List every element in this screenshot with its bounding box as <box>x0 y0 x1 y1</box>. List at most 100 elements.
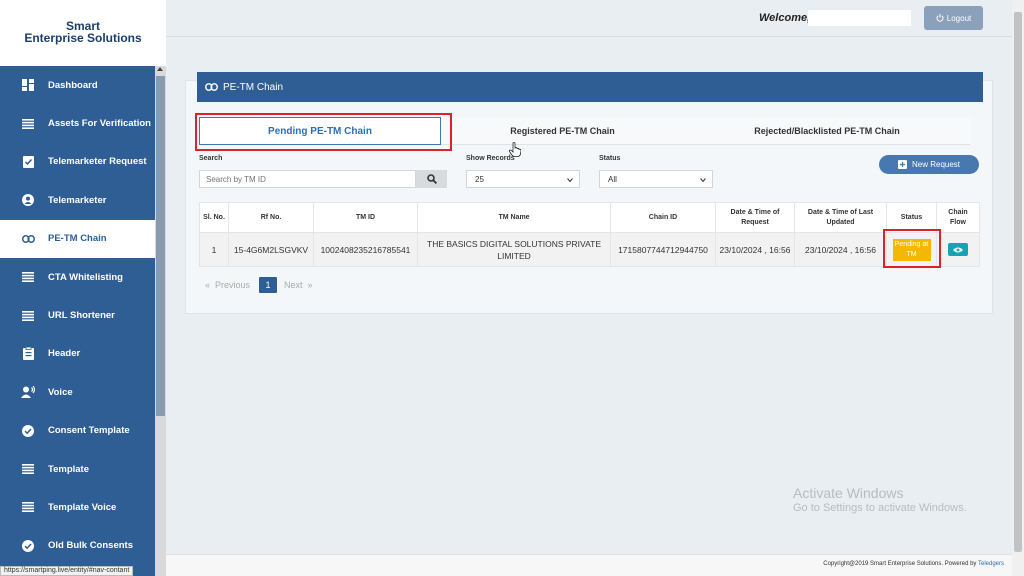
sidebar-item-label: URL Shortener <box>48 310 115 322</box>
sidebar-item-assets-for-verification[interactable]: Assets For Verification <box>0 104 155 142</box>
column-header-tm-id: TM ID <box>313 202 418 233</box>
page-scrollbar-thumb[interactable] <box>1014 12 1022 552</box>
status-value: All <box>608 174 617 184</box>
search-label: Search <box>199 155 223 162</box>
list-icon <box>21 117 35 131</box>
scroll-up-arrow-icon[interactable] <box>157 67 163 71</box>
status-url: https://smartping.live/entity/#nav-conta… <box>0 566 134 576</box>
sidebar-item-telemarketer-request[interactable]: Telemarketer Request <box>0 143 155 181</box>
column-header-tm-name: TM Name <box>417 202 611 233</box>
sidebar-item-cta-whitelisting[interactable]: CTA Whitelisting <box>0 258 155 296</box>
table-header-row: Sl. No. Rf No. TM ID TM Name Chain ID Da… <box>199 202 980 233</box>
status-select[interactable]: All <box>599 170 713 188</box>
sidebar-nav: Dashboard Assets For Verification Telema… <box>0 66 155 565</box>
hand-cursor-icon <box>508 142 522 162</box>
status-label: Status <box>599 155 621 162</box>
column-header-chain-id: Chain ID <box>610 202 716 233</box>
sidebar-item-dashboard[interactable]: Dashboard <box>0 66 155 104</box>
sidebar-item-header[interactable]: Header <box>0 335 155 373</box>
previous-arrow-icon: « <box>205 280 216 290</box>
card-header: PE-TM Chain <box>197 72 983 102</box>
pagination-previous-label: Previous <box>215 280 251 290</box>
sidebar-item-consent-template[interactable]: Consent Template <box>0 412 155 450</box>
cell-tm-name: THE BASICS DIGITAL SOLUTIONS PRIVATE LIM… <box>417 232 611 267</box>
check-circle-icon <box>21 539 35 553</box>
view-chain-flow-button[interactable] <box>948 243 968 256</box>
tab-rejected-blacklisted-pe-tm-chain[interactable]: Rejected/Blacklisted PE-TM Chain <box>684 117 970 145</box>
list-icon <box>21 309 35 323</box>
highlight-box-tab <box>195 113 452 151</box>
cell-request-time: 23/10/2024 , 16:56 <box>715 232 795 267</box>
pe-tm-chain-table: Sl. No. Rf No. TM ID TM Name Chain ID Da… <box>199 202 980 267</box>
list-icon <box>21 270 35 284</box>
voice-user-icon <box>21 385 35 399</box>
page-scrollbar[interactable] <box>1012 0 1024 576</box>
show-records-select[interactable]: 25 <box>466 170 580 188</box>
watermark-line1: Activate Windows <box>793 485 904 501</box>
sidebar-item-label: CTA Whitelisting <box>48 271 123 283</box>
pagination-next-label: Next <box>284 280 303 290</box>
sidebar: Smart Enterprise Solutions Dashboard Ass… <box>0 0 166 576</box>
brand-logo[interactable]: Smart Enterprise Solutions <box>0 0 166 66</box>
pagination-page-current[interactable]: 1 <box>259 277 277 293</box>
sidebar-item-label: Telemarketer Request <box>48 156 147 168</box>
table-row: 1 15-4G6M2LSGVKV 1002408235216785541 THE… <box>199 232 980 267</box>
cell-chain-id: 1715807744712944750 <box>610 232 716 267</box>
sidebar-item-label: Dashboard <box>48 79 98 91</box>
pagination-previous[interactable]: « Previous <box>205 277 250 293</box>
show-records-label: Show Records <box>466 155 515 162</box>
column-header-chain-flow: Chain Flow <box>936 202 980 233</box>
search-button[interactable] <box>416 170 447 188</box>
link-icon <box>21 232 35 246</box>
topbar: Welcome, Logout <box>166 0 1012 37</box>
column-header-rf-no: Rf No. <box>228 202 314 233</box>
cell-chain-flow <box>936 232 980 267</box>
brand-line2: Enterprise Solutions <box>24 31 142 45</box>
show-records-value: 25 <box>475 174 484 184</box>
eye-icon <box>953 247 963 253</box>
user-circle-icon <box>21 193 35 207</box>
dashboard-icon <box>21 78 35 92</box>
sidebar-item-pe-tm-chain[interactable]: PE-TM Chain <box>0 219 155 258</box>
footer-copyright-text: Copyright@2019 Smart Enterprise Solution… <box>823 561 978 567</box>
windows-activation-watermark: Activate Windows Go to Settings to activ… <box>793 485 967 514</box>
sidebar-item-label: Telemarketer <box>48 194 107 206</box>
cell-tm-id: 1002408235216785541 <box>313 232 418 267</box>
search-input[interactable] <box>199 170 416 188</box>
plus-square-icon <box>897 160 907 169</box>
sidebar-item-voice[interactable]: Voice <box>0 373 155 411</box>
sidebar-item-label: Template <box>48 463 90 475</box>
column-header-request-time: Date & Time of Request <box>715 202 795 233</box>
pagination-next[interactable]: Next » <box>284 277 313 293</box>
sidebar-item-telemarketer[interactable]: Telemarketer <box>0 181 155 219</box>
cell-last-updated: 23/10/2024 , 16:56 <box>794 232 887 267</box>
sidebar-item-label: Assets For Verification <box>48 118 151 130</box>
sidebar-item-template-voice[interactable]: Template Voice <box>0 488 155 526</box>
sidebar-item-template[interactable]: Template <box>0 450 155 488</box>
cell-rf-no: 15-4G6M2LSGVKV <box>228 232 314 267</box>
footer-powered-by-link[interactable]: Teledgers <box>978 561 1004 567</box>
watermark-line2: Go to Settings to activate Windows. <box>793 502 967 514</box>
chevron-down-icon <box>700 176 706 185</box>
page-title: PE-TM Chain <box>223 81 284 93</box>
column-header-status: Status <box>886 202 937 233</box>
sidebar-scrollbar[interactable] <box>155 66 166 576</box>
check-circle-icon <box>21 424 35 438</box>
list-icon <box>21 462 35 476</box>
sidebar-item-label: Template Voice <box>48 501 117 513</box>
sidebar-scrollbar-thumb[interactable] <box>156 76 165 416</box>
next-arrow-icon: » <box>302 280 313 290</box>
new-request-button[interactable]: New Request <box>879 155 979 174</box>
column-header-last-updated: Date & Time of Last Updated <box>794 202 887 233</box>
highlight-box-status <box>883 229 941 268</box>
sidebar-item-old-bulk-consents[interactable]: Old Bulk Consents <box>0 527 155 565</box>
username-field <box>808 10 911 26</box>
footer-copyright: Copyright@2019 Smart Enterprise Solution… <box>823 561 1004 567</box>
logout-button[interactable]: Logout <box>924 6 983 30</box>
list-icon <box>21 500 35 514</box>
sidebar-item-label: Header <box>48 348 81 360</box>
sidebar-item-url-shortener[interactable]: URL Shortener <box>0 296 155 334</box>
tab-registered-pe-tm-chain[interactable]: Registered PE-TM Chain <box>441 117 684 145</box>
column-header-sl-no: Sl. No. <box>199 202 229 233</box>
welcome-text: Welcome, <box>759 12 811 24</box>
